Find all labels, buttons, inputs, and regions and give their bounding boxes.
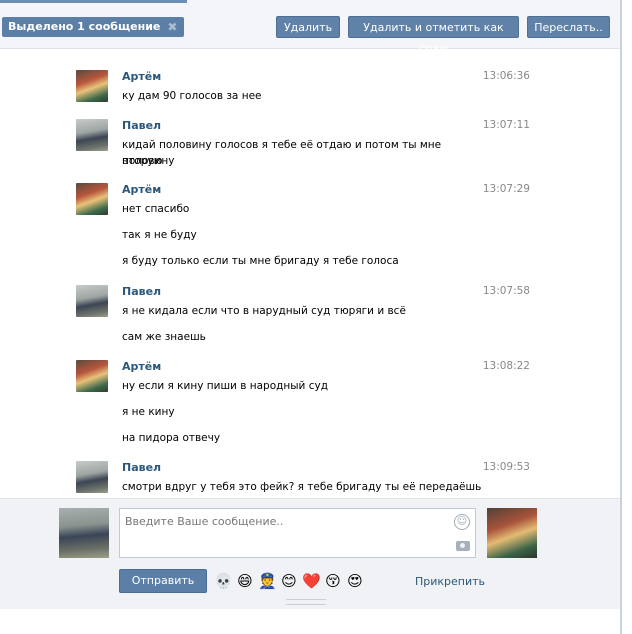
message-author[interactable]: Павел: [122, 119, 161, 132]
message-time: 13:09:53: [482, 461, 530, 473]
camera-icon[interactable]: [456, 541, 470, 551]
selection-label: Выделено 1 сообщение: [8, 20, 161, 33]
message-time: 13:07:29: [482, 183, 530, 195]
heart-emoji-icon[interactable]: ❤️: [302, 572, 321, 590]
skull-emoji-icon[interactable]: 💀: [214, 572, 233, 590]
peer-avatar[interactable]: [487, 508, 537, 558]
message-time: 13:06:36: [482, 70, 530, 82]
delete-button[interactable]: Удалить: [276, 16, 340, 38]
message-text: ку дам 90 голосов за нее: [122, 90, 262, 102]
message-time: 13:07:58: [482, 285, 530, 297]
delete-spam-button[interactable]: Удалить и отметить как спам: [348, 16, 519, 55]
avatar[interactable]: [76, 461, 108, 493]
message-text: нет спасибо: [122, 203, 190, 215]
attach-link[interactable]: Прикрепить: [415, 575, 485, 588]
message-input[interactable]: Введите Ваше сообщение.. ☺: [119, 508, 476, 558]
my-avatar[interactable]: [59, 508, 109, 558]
message-text: я не кидала если что в нарудный суд тюря…: [122, 305, 406, 317]
avatar[interactable]: [76, 119, 108, 151]
message-author[interactable]: Артём: [122, 70, 161, 83]
message-time: 13:08:22: [482, 360, 530, 372]
message-text: смотри вдруг у тебя это фейк? я тебе бри…: [122, 481, 482, 498]
forward-button[interactable]: Переслать..: [527, 16, 610, 38]
message-author[interactable]: Павел: [122, 285, 161, 298]
message-text: сам же знаешь: [122, 331, 206, 343]
heart-eyes-emoji-icon[interactable]: 😍: [346, 572, 364, 590]
message-time: 13:07:11: [482, 119, 530, 131]
selection-badge: Выделено 1 сообщение ✖: [2, 17, 185, 37]
police-emoji-icon[interactable]: 👮: [258, 572, 277, 590]
message-author[interactable]: Артём: [122, 360, 161, 373]
smile-emoji-icon[interactable]: 😊: [280, 572, 298, 590]
message-input-placeholder: Введите Ваше сообщение..: [125, 515, 284, 528]
resize-grip[interactable]: [286, 599, 326, 605]
send-button[interactable]: Отправить: [119, 569, 207, 593]
scrollbar-track[interactable]: [620, 0, 622, 634]
message-text: я буду только если ты мне бригаду я тебе…: [122, 255, 399, 267]
kiss-emoji-icon[interactable]: 😚: [324, 572, 342, 590]
avatar[interactable]: [76, 285, 108, 317]
message-text: ну если я кину пиши в народный суд: [122, 380, 328, 392]
avatar[interactable]: [76, 360, 108, 392]
active-tab-indicator: [0, 0, 187, 3]
toolbar: Выделено 1 сообщение ✖ Удалить Удалить и…: [0, 0, 621, 55]
avatar[interactable]: [76, 183, 108, 215]
close-icon[interactable]: ✖: [166, 21, 178, 33]
message-list[interactable]: Артём 13:06:36 ку дам 90 голосов за нее …: [0, 49, 620, 498]
avatar[interactable]: [76, 70, 108, 102]
smile-icon[interactable]: ☺: [454, 514, 470, 530]
message-author[interactable]: Артём: [122, 183, 161, 196]
message-composer: Введите Ваше сообщение.. ☺ Отправить 💀 😄…: [0, 498, 620, 609]
message-text: так я не буду: [122, 229, 197, 241]
message-text: на пидора отвечу: [122, 432, 221, 444]
message-text: половину: [122, 155, 175, 167]
message-text: я не кину: [122, 406, 175, 418]
grin-emoji-icon[interactable]: 😄: [236, 572, 254, 590]
message-author[interactable]: Павел: [122, 461, 161, 474]
